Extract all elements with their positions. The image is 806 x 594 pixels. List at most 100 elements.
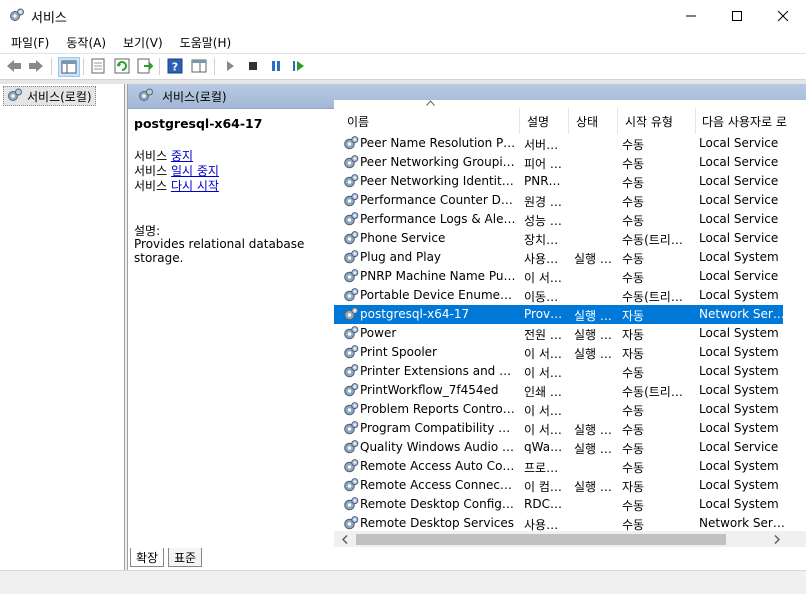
table-row[interactable]: Performance Counter DLL … 원경 … 수동 Local Ser…: [334, 191, 783, 210]
pause-service-link[interactable]: 일시 중지: [171, 164, 219, 178]
menu-view[interactable]: 보기(V): [112, 31, 169, 53]
stop-service-link[interactable]: 중지: [171, 149, 193, 163]
table-row[interactable]: Print Spooler 이 서… 실행 … 자동 Local System: [334, 343, 783, 362]
service-gear-icon: [343, 173, 359, 189]
service-gear-icon: [343, 306, 359, 322]
service-gear-icon: [343, 192, 359, 208]
table-row[interactable]: postgresql-x64-17 Provi… 실행 … 자동 Network Ser…: [334, 305, 785, 324]
service-log-on-as: Local System: [699, 402, 779, 416]
service-startup-type: 수동: [622, 176, 645, 190]
service-name: Problem Reports Control P…: [360, 402, 516, 416]
table-row[interactable]: Peer Name Resolution Prot… 서버… 수동 Local Ser…: [334, 134, 783, 153]
scroll-right-icon[interactable]: [771, 531, 783, 548]
table-row[interactable]: Remote Access Auto Conn… 프로… 수동 Local Syste…: [334, 457, 783, 476]
service-name: Plug and Play: [360, 250, 442, 264]
scroll-left-icon[interactable]: [339, 531, 351, 548]
service-startup-type: 수동(트리…: [622, 233, 683, 247]
selected-service-name: postgresql-x64-17: [134, 116, 263, 131]
column-header-status[interactable]: 상태: [576, 113, 598, 130]
table-row[interactable]: Problem Reports Control P… 이 서… 수동 Local Sy…: [334, 400, 783, 419]
minimize-button[interactable]: [668, 0, 714, 31]
toolbar-separator: [83, 58, 84, 75]
service-startup-type: 수동: [622, 499, 645, 513]
tab-standard[interactable]: 표준: [168, 548, 203, 567]
service-gear-icon: [343, 230, 359, 246]
column-header-log-on-as[interactable]: 다음 사용자로 로: [702, 113, 787, 130]
column-divider[interactable]: [568, 108, 569, 134]
service-log-on-as: Local System: [699, 364, 779, 378]
maximize-button[interactable]: [714, 0, 760, 31]
service-name: PrintWorkflow_7f454ed: [360, 383, 499, 397]
view-tabs: 확장 표준: [128, 547, 806, 570]
service-log-on-as: Local System: [699, 345, 779, 359]
table-row[interactable]: Peer Networking Identity … PNR… 수동 Local Se…: [334, 172, 783, 191]
service-log-on-as: Local System: [699, 497, 779, 511]
service-startup-type: 수동: [622, 214, 645, 228]
table-row[interactable]: Remote Desktop Configura… RDC… 수동 Local Sys…: [334, 495, 783, 514]
table-row[interactable]: Remote Access Connection… 이 컴… 실행 … 자동 Local…: [334, 476, 783, 495]
service-name: Performance Counter DLL …: [360, 193, 516, 207]
table-row[interactable]: PrintWorkflow_7f454ed 인쇄 … 수동(트리… Local Sys…: [334, 381, 783, 400]
pause-service-icon[interactable]: [267, 57, 285, 75]
close-button[interactable]: [760, 0, 806, 31]
back-icon[interactable]: [5, 57, 23, 75]
table-row[interactable]: Phone Service 장치… 수동(트리… Local Service: [334, 229, 783, 248]
menu-action[interactable]: 동작(A): [55, 31, 112, 53]
column-divider[interactable]: [617, 108, 618, 134]
service-gear-icon: [343, 344, 359, 360]
service-description: 프로…: [524, 461, 559, 475]
service-description: Provi…: [524, 307, 564, 321]
service-log-on-as: Local Service: [699, 212, 779, 226]
service-startup-type: 수동: [622, 157, 645, 171]
column-divider[interactable]: [695, 108, 696, 134]
start-service-icon[interactable]: [221, 57, 239, 75]
forward-icon[interactable]: [27, 57, 45, 75]
toolbar: ?: [0, 54, 806, 79]
console-tree: 서비스(로컬): [0, 84, 125, 570]
show-pane-icon[interactable]: [190, 57, 208, 75]
service-gear-icon: [343, 382, 359, 398]
table-row[interactable]: Portable Device Enumerato… 이동… 수동(트리… Local…: [334, 286, 783, 305]
restart-service-link[interactable]: 다시 시작: [171, 179, 219, 193]
restart-service-icon[interactable]: [290, 57, 308, 75]
table-row[interactable]: Plug and Play 사용… 실행 … 수동 Local System: [334, 248, 783, 267]
table-row[interactable]: Program Compatibility Assi… 이 서… 실행 … 수동 Loc…: [334, 419, 783, 438]
service-name: Remote Access Auto Conn…: [360, 459, 516, 473]
table-row[interactable]: Power 전원 … 실행 … 자동 Local System: [334, 324, 783, 343]
table-row[interactable]: Quality Windows Audio Vi… qWa… 실행 … 수동 Local…: [334, 438, 783, 457]
services-gear-icon: [138, 87, 154, 106]
service-gear-icon: [343, 458, 359, 474]
tree-node-services-local[interactable]: 서비스(로컬): [3, 86, 96, 106]
column-header-startup-type[interactable]: 시작 유형: [625, 113, 673, 130]
service-name: Power: [360, 326, 397, 340]
service-name: Remote Desktop Configura…: [360, 497, 516, 511]
column-header-description[interactable]: 설명: [527, 113, 549, 130]
service-log-on-as: Local System: [699, 421, 779, 435]
table-row[interactable]: Peer Networking Grouping 피어 … 수동 Local Serv…: [334, 153, 783, 172]
table-row[interactable]: Performance Logs & Alerts 성능 … 수동 Local Ser…: [334, 210, 783, 229]
tab-extended[interactable]: 확장: [130, 548, 165, 567]
service-name: Peer Name Resolution Prot…: [360, 136, 516, 150]
service-log-on-as: Local System: [699, 478, 779, 492]
column-divider[interactable]: [519, 108, 520, 134]
export-list-icon[interactable]: [136, 57, 154, 75]
service-startup-type: 수동(트리…: [622, 385, 683, 399]
table-row[interactable]: PNRP Machine Name Publi… 이 서… 수동 Local Serv…: [334, 267, 783, 286]
service-log-on-as: Local System: [699, 383, 779, 397]
help-icon[interactable]: ?: [166, 57, 184, 75]
refresh-icon[interactable]: [113, 57, 131, 75]
stop-service-icon[interactable]: [244, 57, 262, 75]
table-row[interactable]: Printer Extensions and Noti… 이 서… 수동 Local …: [334, 362, 783, 381]
column-header-name[interactable]: 이름: [347, 113, 369, 130]
service-log-on-as: Local Service: [699, 231, 779, 245]
properties-icon[interactable]: [89, 57, 107, 75]
menu-help[interactable]: 도움말(H): [169, 31, 238, 53]
console-tree-icon[interactable]: [58, 57, 80, 77]
service-gear-icon: [343, 135, 359, 151]
service-description: RDC…: [524, 497, 562, 511]
service-status: 실행 …: [574, 347, 612, 361]
title-bar: 서비스: [0, 0, 806, 31]
scrollbar-corner: [789, 531, 806, 548]
menu-file[interactable]: 파일(F): [0, 31, 55, 53]
horizontal-scroll-thumb[interactable]: [356, 534, 726, 545]
